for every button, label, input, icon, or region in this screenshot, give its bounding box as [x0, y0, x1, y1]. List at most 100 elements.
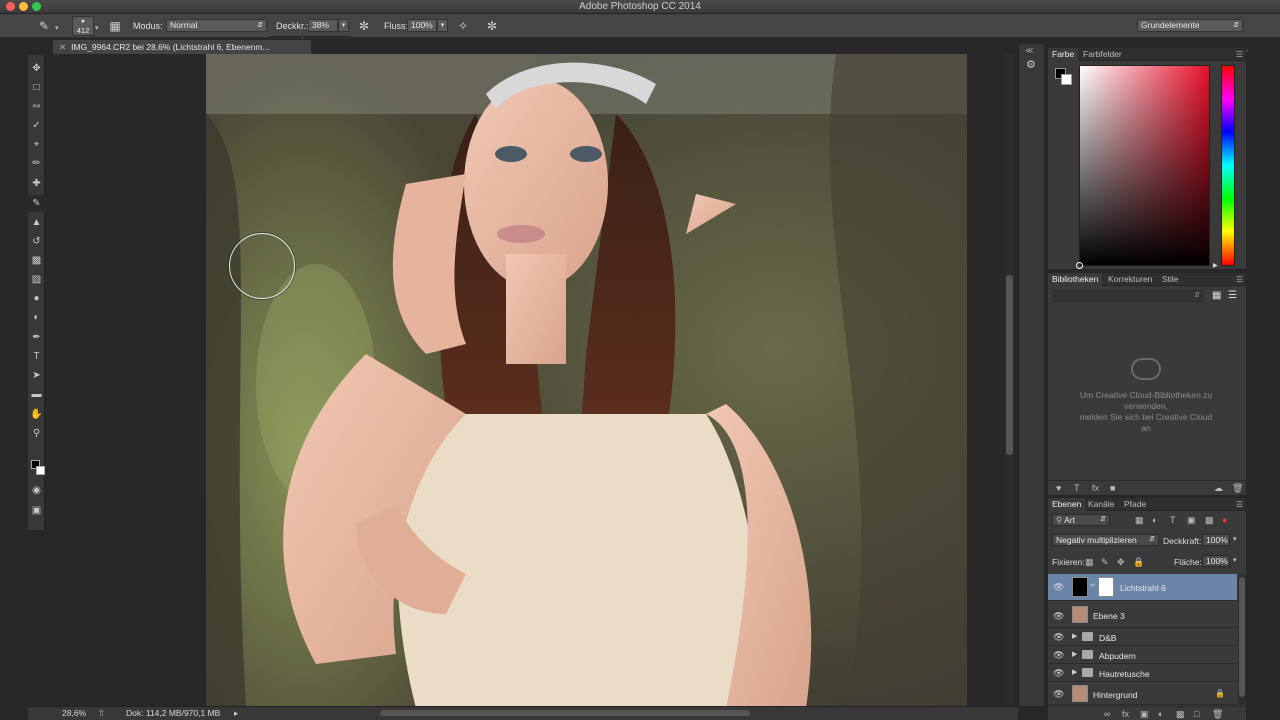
export-icon[interactable]: ⇧ — [98, 707, 105, 720]
filter-pixel-icon[interactable]: ▦ — [1135, 515, 1144, 526]
layer-name[interactable]: Ebene 3 — [1093, 611, 1125, 621]
tab-pfade[interactable]: Pfade — [1120, 498, 1150, 511]
add-color-icon[interactable]: ♥ — [1056, 483, 1061, 493]
layer-name[interactable]: D&B — [1099, 633, 1116, 643]
pressure-size-icon[interactable]: ✼ — [484, 18, 500, 34]
filter-adjustment-icon[interactable]: ◐ — [1152, 515, 1157, 525]
saturation-value-picker[interactable] — [1076, 65, 1210, 269]
layer-row-hintergrund[interactable]: 👁 Hintergrund 🔒 — [1048, 683, 1237, 705]
library-select[interactable]: ⇵ — [1052, 290, 1204, 302]
layer-row-ebene-3[interactable]: 👁 Ebene 3 — [1048, 603, 1237, 628]
brush-size-picker[interactable]: ● 412 — [72, 16, 94, 36]
visibility-eye-icon[interactable]: 👁 — [1053, 632, 1064, 643]
screen-mode-icon[interactable]: ▣ — [28, 502, 45, 519]
pen-tool-icon[interactable]: ✒ — [28, 329, 45, 346]
color-picker-handle[interactable] — [1076, 262, 1083, 269]
rectangle-tool-icon[interactable]: ▬ — [28, 386, 45, 403]
hue-slider-handle-icon[interactable]: ▶ — [1213, 262, 1218, 269]
link-layers-icon[interactable]: ∞ — [1104, 709, 1110, 719]
vertical-scrollbar-thumb[interactable] — [1006, 275, 1013, 455]
visibility-eye-icon[interactable]: 👁 — [1053, 689, 1064, 700]
tab-stile[interactable]: Stile — [1158, 273, 1183, 286]
lock-all-icon[interactable]: 🔒 — [1133, 557, 1144, 568]
background-color-swatch[interactable] — [36, 466, 45, 475]
document-tab[interactable]: ✕ IMG_9964.CR2 bei 28,6% (Lichtstrahl 6, … — [52, 39, 312, 54]
eyedropper-tool-icon[interactable]: ✏ — [28, 155, 45, 172]
lock-transparency-icon[interactable]: ▦ — [1085, 557, 1094, 568]
preset-dropdown-arrow-icon[interactable]: ▾ — [55, 24, 59, 32]
grid-view-icon[interactable]: ▦ — [1212, 290, 1221, 301]
layer-mask-thumbnail[interactable] — [1098, 577, 1114, 597]
layers-panel-menu-icon[interactable]: ☰ — [1236, 500, 1243, 509]
filter-shape-icon[interactable]: ▣ — [1187, 515, 1196, 526]
status-menu-arrow-icon[interactable]: ▸ — [234, 707, 238, 720]
zoom-window-button[interactable] — [32, 2, 41, 11]
add-graphic-icon[interactable]: ■ — [1110, 483, 1115, 493]
group-expand-chevron-icon[interactable]: ▶ — [1072, 650, 1077, 658]
layer-row-lichtstrahl-6[interactable]: 👁 ∞ Lichtstrahl 6 — [1048, 574, 1237, 601]
lock-pixels-icon[interactable]: ✎ — [1101, 557, 1109, 568]
eraser-tool-icon[interactable]: ▩ — [28, 252, 45, 269]
hand-tool-icon[interactable]: ✋ — [28, 406, 45, 423]
group-expand-chevron-icon[interactable]: ▶ — [1072, 668, 1077, 676]
brush-panel-toggle-icon[interactable]: ▦ — [107, 18, 123, 34]
blend-mode-select[interactable]: Negativ multiplizieren ⇵ — [1052, 534, 1159, 546]
layer-name[interactable]: Lichtstrahl 6 — [1120, 583, 1166, 593]
tab-ebenen[interactable]: Ebenen — [1048, 498, 1086, 511]
opacity-slider-arrow-icon[interactable]: ▾ — [338, 19, 349, 32]
history-brush-tool-icon[interactable]: ↺ — [28, 233, 45, 250]
library-trash-icon[interactable]: 🗑 — [1232, 483, 1243, 494]
layer-filter-select[interactable]: ⚲ Art ⇵ — [1052, 514, 1110, 526]
dodge-tool-icon[interactable]: ◐ — [28, 309, 45, 326]
sync-icon[interactable]: ☁ — [1214, 483, 1223, 494]
brush-tool-preset-icon[interactable]: ✎ — [36, 18, 52, 34]
visibility-eye-icon[interactable]: 👁 — [1053, 582, 1064, 593]
opacity-input[interactable]: 38% — [308, 19, 338, 32]
group-expand-chevron-icon[interactable]: ▶ — [1072, 632, 1077, 640]
layer-group-abpudern[interactable]: 👁 ▶ Abpudern — [1048, 647, 1237, 664]
list-view-icon[interactable]: ☰ — [1228, 290, 1237, 301]
fill-arrow-icon[interactable]: ▾ — [1233, 556, 1237, 564]
layers-scrollbar-thumb[interactable] — [1239, 577, 1245, 697]
close-tab-icon[interactable]: ✕ — [59, 42, 66, 52]
libraries-panel-menu-icon[interactable]: ☰ — [1236, 275, 1243, 284]
gradient-tool-icon[interactable]: ▨ — [28, 271, 45, 288]
zoom-level[interactable]: 28,6% — [62, 707, 86, 720]
move-tool-icon[interactable]: ✥ — [28, 60, 45, 77]
flow-input[interactable]: 100% — [407, 19, 437, 32]
layer-name[interactable]: Abpudern — [1099, 651, 1136, 661]
layer-style-icon[interactable]: fx — [1122, 709, 1129, 719]
tab-bibliotheken[interactable]: Bibliotheken — [1048, 273, 1103, 286]
tab-kanaele[interactable]: Kanäle — [1084, 498, 1118, 511]
visibility-eye-icon[interactable]: 👁 — [1053, 611, 1064, 622]
tab-korrekturen[interactable]: Korrekturen — [1104, 273, 1156, 286]
workspace-select[interactable]: Grundelemente ⇵ — [1137, 19, 1243, 32]
crop-tool-icon[interactable]: ⌖ — [28, 136, 45, 153]
brush-size-arrow-icon[interactable]: ▾ — [95, 24, 99, 32]
minimize-window-button[interactable] — [19, 2, 28, 11]
canvas-image[interactable] — [206, 54, 967, 708]
layer-group-db[interactable]: 👁 ▶ D&B — [1048, 629, 1237, 646]
visibility-eye-icon[interactable]: 👁 — [1053, 668, 1064, 679]
fill-input[interactable]: 100% — [1202, 555, 1230, 567]
healing-brush-tool-icon[interactable]: ✚ — [28, 175, 45, 192]
panel-background-swatch[interactable] — [1061, 74, 1072, 85]
blur-tool-icon[interactable]: ● — [28, 290, 45, 307]
layer-opacity-arrow-icon[interactable]: ▾ — [1233, 535, 1237, 543]
mask-link-icon[interactable]: ∞ — [1090, 582, 1095, 589]
layers-scrollbar[interactable] — [1238, 575, 1246, 705]
clone-stamp-tool-icon[interactable]: ▲ — [28, 214, 45, 231]
filter-type-icon[interactable]: T — [1170, 515, 1176, 525]
delete-layer-icon[interactable]: 🗑 — [1212, 709, 1223, 720]
filter-toggle-icon[interactable]: ● — [1222, 515, 1227, 525]
flow-slider-arrow-icon[interactable]: ▾ — [437, 19, 448, 32]
layer-group-hautretusche[interactable]: 👁 ▶ Hautretusche — [1048, 665, 1237, 682]
marquee-tool-icon[interactable]: □ — [28, 79, 45, 96]
lasso-tool-icon[interactable]: ∾ — [28, 98, 45, 115]
layer-name[interactable]: Hautretusche — [1099, 669, 1150, 679]
pressure-opacity-icon[interactable]: ✼ — [356, 18, 372, 34]
tab-farbfelder[interactable]: Farbfelder — [1079, 48, 1126, 61]
layer-opacity-input[interactable]: 100% — [1202, 534, 1230, 546]
lock-position-icon[interactable]: ✥ — [1117, 557, 1125, 568]
visibility-eye-icon[interactable]: 👁 — [1053, 650, 1064, 661]
